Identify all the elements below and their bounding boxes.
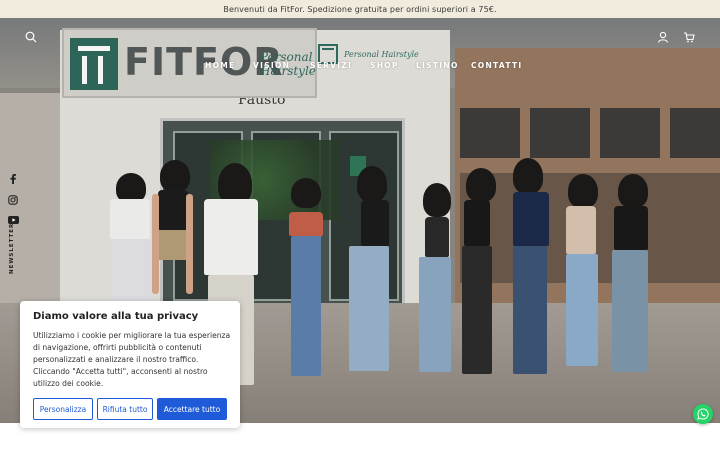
- nav-listino[interactable]: LISTINO: [416, 61, 459, 70]
- nav-servizi[interactable]: SERVIZI: [310, 61, 352, 70]
- whatsapp-icon[interactable]: [693, 404, 713, 424]
- announcement-text: Benvenuti da FitFor. Spedizione gratuita…: [223, 4, 497, 14]
- logo-text: Personal Hairstyle: [344, 50, 419, 59]
- main-nav: HOME VISION SERVIZI SHOP LISTINO CONTATT…: [0, 61, 720, 73]
- newsletter-tab[interactable]: NEWSLETTER: [9, 223, 19, 274]
- announcement-bar: Benvenuti da FitFor. Spedizione gratuita…: [0, 0, 720, 18]
- cookie-title: Diamo valore alla tua privacy: [33, 311, 199, 322]
- reject-all-button[interactable]: Rifiuta tutto: [97, 398, 153, 420]
- accept-all-button[interactable]: Accettare tutto: [157, 398, 227, 420]
- nav-vision[interactable]: VISION: [253, 61, 290, 70]
- newsletter-label: NEWSLETTER: [9, 222, 15, 274]
- cookie-message: Utilizziamo i cookie per migliorare la t…: [33, 331, 231, 389]
- cart-icon[interactable]: [679, 27, 699, 47]
- nav-shop[interactable]: SHOP: [370, 61, 399, 70]
- customize-button[interactable]: Personalizza: [33, 398, 93, 420]
- nav-home[interactable]: HOME: [205, 61, 235, 70]
- search-icon[interactable]: [21, 27, 41, 47]
- instagram-icon[interactable]: [6, 193, 20, 207]
- account-icon[interactable]: [653, 27, 673, 47]
- facebook-icon[interactable]: [6, 172, 20, 186]
- cookie-banner: Diamo valore alla tua privacy Utilizziam…: [20, 301, 240, 428]
- nav-contatti[interactable]: CONTATTI: [471, 61, 523, 70]
